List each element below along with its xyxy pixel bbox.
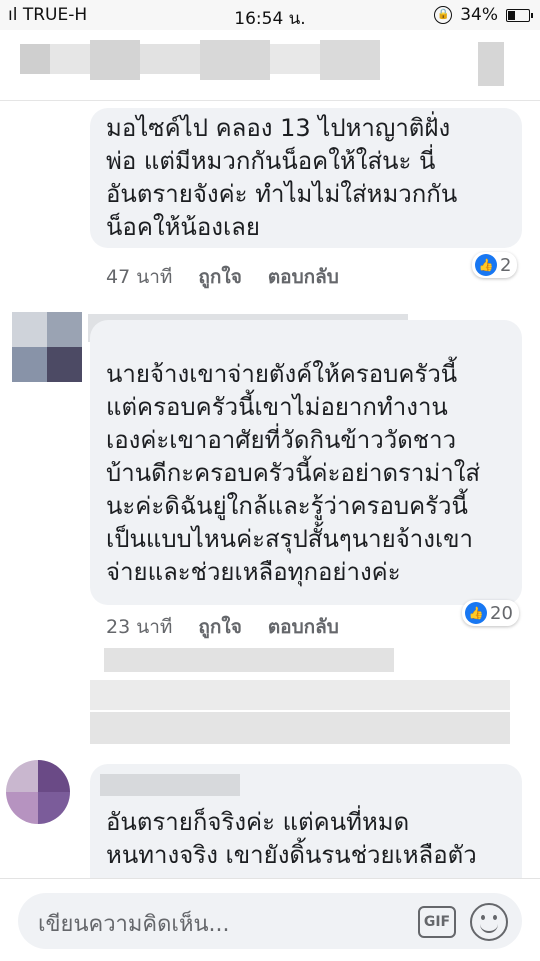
comment-actions: 23 นาที ถูกใจ ตอบกลับ xyxy=(106,612,339,642)
comment-bubble: นายจ้างเขาจ่ายตังค์ให้ครอบครัวนี้ แต่ครอ… xyxy=(90,320,522,605)
like-button[interactable]: ถูกใจ xyxy=(198,262,241,292)
comment-time: 23 นาที xyxy=(106,616,173,638)
pixelated-block xyxy=(270,44,320,74)
battery-fill xyxy=(508,10,516,20)
comment-input[interactable]: เขียนความคิดเห็น... GIF xyxy=(18,893,522,949)
avatar-blurred xyxy=(12,312,82,382)
gif-icon[interactable]: GIF xyxy=(418,906,456,938)
comment-text: มอไซค์ไป คลอง 13 ไปหาญาติฝั่ง พ่อ แต่มีห… xyxy=(106,114,458,241)
pixelated-block xyxy=(47,347,82,382)
comment-text: นายจ้างเขาจ่ายตังค์ให้ครอบครัวนี้ แต่ครอ… xyxy=(106,360,481,586)
reaction-number: 2 xyxy=(500,254,512,276)
reply-button[interactable]: ตอบกลับ xyxy=(268,262,339,292)
rotation-lock-icon: 🔒 xyxy=(434,6,453,24)
reaction-count[interactable]: 👍 20 xyxy=(462,600,519,626)
like-button[interactable]: ถูกใจ xyxy=(198,612,241,642)
pixelated-block xyxy=(38,792,70,824)
pixelated-block xyxy=(90,40,140,80)
blurred-text xyxy=(104,648,394,672)
pixelated-block xyxy=(6,792,38,824)
smiley-icon[interactable] xyxy=(470,903,508,941)
reply-button[interactable]: ตอบกลับ xyxy=(268,612,339,642)
blurred-text xyxy=(90,680,510,710)
pixelated-block xyxy=(47,312,82,347)
pixelated-block xyxy=(12,347,47,382)
blurred-text xyxy=(90,712,510,744)
status-bar: ıl TRUE-H 16:54 น. 🔒 34% xyxy=(0,0,540,30)
pixelated-block xyxy=(6,760,38,792)
pixelated-block xyxy=(12,312,47,347)
comment-composer: เขียนความคิดเห็น... GIF xyxy=(0,878,540,961)
battery-icon xyxy=(506,8,533,22)
blurred-name xyxy=(100,774,240,796)
reaction-number: 20 xyxy=(490,602,513,624)
comment-time: 47 นาที xyxy=(106,266,173,288)
pixelated-block xyxy=(478,42,504,86)
battery-percent: 34% xyxy=(460,5,498,25)
thumbs-up-icon: 👍 xyxy=(465,602,487,624)
comment-actions: 47 นาที ถูกใจ ตอบกลับ xyxy=(106,262,339,292)
status-right: 🔒 34% xyxy=(434,5,533,25)
avatar-blurred xyxy=(6,760,70,824)
pixelated-block xyxy=(50,44,90,74)
post-header-blurred xyxy=(0,30,540,101)
reaction-count[interactable]: 👍 2 xyxy=(472,252,518,278)
pixelated-block xyxy=(38,760,70,792)
pixelated-block xyxy=(140,44,200,74)
comment-bubble: มอไซค์ไป คลอง 13 ไปหาญาติฝั่ง พ่อ แต่มีห… xyxy=(90,108,522,248)
comment-placeholder: เขียนความคิดเห็น... xyxy=(38,912,230,937)
pixelated-block xyxy=(20,44,50,74)
pixelated-block xyxy=(200,40,270,80)
pixelated-block xyxy=(320,40,380,80)
thumbs-up-icon: 👍 xyxy=(475,254,497,276)
